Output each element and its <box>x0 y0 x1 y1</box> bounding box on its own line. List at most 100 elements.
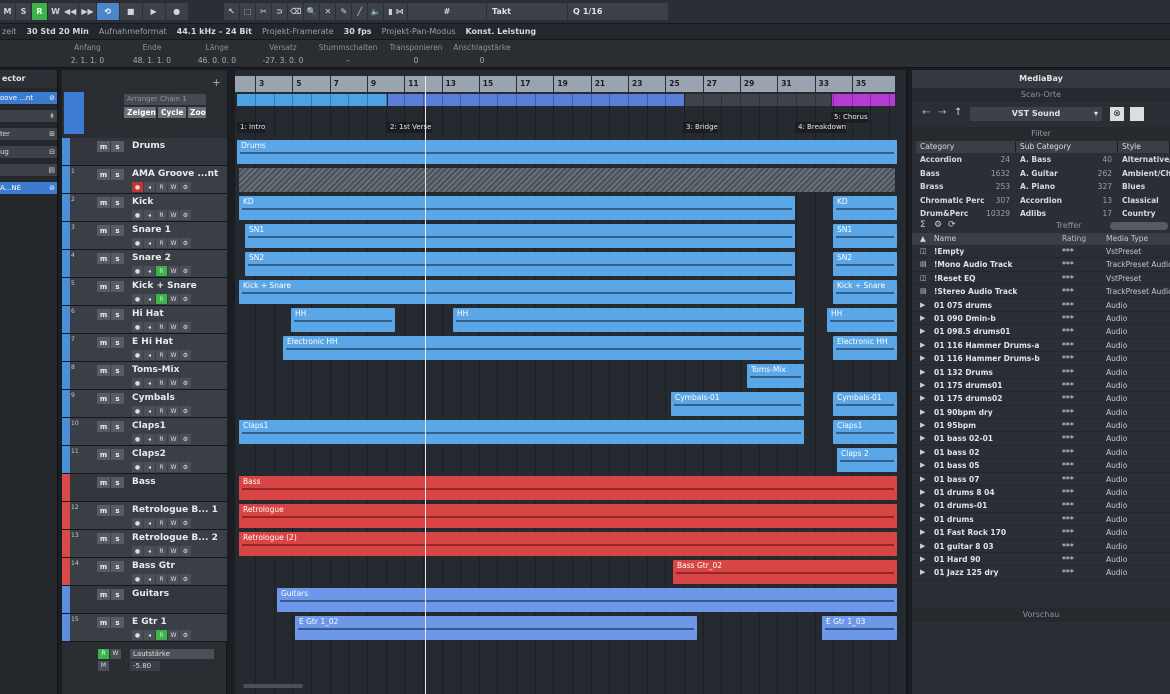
result-rating[interactable]: *** <box>1062 432 1074 445</box>
arranger-event-chorus[interactable] <box>832 94 895 106</box>
track-name[interactable]: AMA Groove ...nt <box>132 169 218 179</box>
solo-button[interactable]: s <box>111 449 124 460</box>
mute-button[interactable]: m <box>97 169 110 180</box>
mute-button[interactable]: m <box>97 225 110 236</box>
track-13[interactable]: 12 m s Retrologue B... 1 ● ◂ R W ⚙ <box>62 502 227 530</box>
refresh-icon[interactable]: ⟳ <box>948 220 956 230</box>
event-24[interactable]: Guitars <box>277 588 897 612</box>
monitor-icon[interactable]: ◂ <box>144 378 155 388</box>
solo-all-button[interactable]: S <box>16 3 31 20</box>
read-automation-button[interactable]: R <box>98 649 109 659</box>
result-row[interactable]: ▶ 01 bass 02 *** Audio <box>912 446 1170 460</box>
result-rating[interactable]: *** <box>1062 299 1074 312</box>
category-item[interactable]: Accordion 24 <box>916 153 1016 167</box>
filter-icon[interactable]: ⊞ <box>49 130 55 138</box>
edit-instrument-icon[interactable]: ⚙ <box>180 434 191 444</box>
track-name[interactable]: Claps1 <box>132 421 166 431</box>
style-item[interactable]: Alternative/I <box>1118 153 1170 167</box>
read-icon[interactable]: R <box>156 182 167 192</box>
result-row[interactable]: ▶ 01 Hard 90 *** Audio <box>912 553 1170 567</box>
monitor-icon[interactable]: ◂ <box>144 350 155 360</box>
track-color-strip[interactable] <box>62 446 70 473</box>
monitor-icon[interactable]: ◂ <box>144 238 155 248</box>
marker-0[interactable]: 1: Intro <box>237 122 266 133</box>
preset-icon[interactable]: ◫ <box>920 272 927 285</box>
result-rating[interactable]: *** <box>1062 339 1074 352</box>
mute-button[interactable]: m <box>97 617 110 628</box>
play-icon[interactable]: ▶ <box>920 379 925 392</box>
write-icon[interactable]: W <box>168 182 179 192</box>
track-color-strip[interactable] <box>62 334 70 361</box>
midi-part[interactable] <box>239 168 895 192</box>
read-icon[interactable]: R <box>156 546 167 556</box>
write-icon[interactable]: W <box>168 630 179 640</box>
result-rating[interactable]: *** <box>1062 513 1074 526</box>
play-icon[interactable]: ▶ <box>920 540 925 553</box>
result-row[interactable]: ▶ 01 95bpm *** Audio <box>912 419 1170 433</box>
sigma-icon[interactable]: Σ <box>920 220 926 230</box>
event-9[interactable]: HH <box>291 308 395 332</box>
result-rating[interactable]: *** <box>1062 566 1074 579</box>
track-name[interactable]: Cymbals <box>132 393 175 403</box>
result-rating[interactable]: *** <box>1062 419 1074 432</box>
monitor-icon[interactable]: ◂ <box>144 434 155 444</box>
mute-button[interactable]: m <box>97 421 110 432</box>
read-icon[interactable]: R <box>156 518 167 528</box>
track-name[interactable]: Snare 1 <box>132 225 171 235</box>
track-6[interactable]: 6 m s Hi Hat ● ◂ R W ⚙ <box>62 306 227 334</box>
event-2[interactable]: KD <box>833 196 897 220</box>
info-velocity[interactable]: Anschlagstärke 0 <box>452 43 512 65</box>
monitor-icon[interactable]: ◂ <box>144 322 155 332</box>
event-4[interactable]: SN1 <box>833 224 897 248</box>
play-icon[interactable]: ▶ <box>920 526 925 539</box>
track-color-strip[interactable] <box>62 166 70 193</box>
category-item[interactable]: Brass 253 <box>916 180 1016 194</box>
mute-button[interactable]: m <box>97 561 110 572</box>
monitor-icon[interactable]: ◂ <box>144 294 155 304</box>
result-rating[interactable]: *** <box>1062 499 1074 512</box>
back-icon[interactable]: ← <box>922 107 930 118</box>
mute-button[interactable]: m <box>97 197 110 208</box>
edit-instrument-icon[interactable]: ⚙ <box>180 546 191 556</box>
read-icon[interactable]: R <box>156 350 167 360</box>
mute-all-button[interactable]: M <box>0 3 15 20</box>
inspector-row-output[interactable]: A...NE ⊘ <box>0 182 57 194</box>
frame-rate-value[interactable]: 30 fps <box>344 27 372 36</box>
result-row[interactable]: ▶ 01 075 drums *** Audio <box>912 299 1170 312</box>
track-name[interactable]: Hi Hat <box>132 309 164 319</box>
solo-button[interactable]: s <box>111 393 124 404</box>
line-tool-icon[interactable]: ╱ <box>352 3 368 20</box>
inspector-row-5[interactable]: ▤ <box>0 164 57 176</box>
track-14[interactable]: 13 m s Retrologue B... 2 ● ◂ R W ⚙ <box>62 530 227 558</box>
track-color-strip[interactable] <box>62 138 70 165</box>
solo-button[interactable]: s <box>111 533 124 544</box>
write-icon[interactable]: W <box>168 210 179 220</box>
result-row[interactable]: ▶ 01 175 drums02 *** Audio <box>912 392 1170 406</box>
event-10[interactable]: HH <box>453 308 804 332</box>
result-row[interactable]: ▶ 01 bass 07 *** Audio <box>912 473 1170 487</box>
mute-button[interactable]: m <box>97 281 110 292</box>
play-icon[interactable]: ▶ <box>142 3 165 20</box>
write-icon[interactable]: W <box>168 350 179 360</box>
record-enable-icon[interactable]: ● <box>132 434 143 444</box>
output-edit-icon[interactable]: ⊘ <box>49 184 55 192</box>
category-item[interactable]: Bass 1632 <box>916 167 1016 181</box>
record-enable-icon[interactable]: ● <box>132 238 143 248</box>
track-name[interactable]: Retrologue B... 1 <box>132 505 218 515</box>
result-row[interactable]: ▶ 01 090 Dmin-b *** Audio <box>912 312 1170 326</box>
play-icon[interactable]: ▶ <box>920 566 925 579</box>
play-icon[interactable]: ▶ <box>920 299 925 312</box>
add-track-icon[interactable]: + <box>212 76 221 89</box>
track-2[interactable]: 2 m s Kick ● ◂ R W ⚙ <box>62 194 227 222</box>
track-name[interactable]: E Hi Hat <box>132 337 173 347</box>
record-enable-icon[interactable]: ● <box>132 210 143 220</box>
edit-icon[interactable]: ⊘ <box>49 94 55 102</box>
write-icon[interactable]: W <box>168 434 179 444</box>
event-21[interactable]: Retrologue <box>239 504 897 528</box>
result-rating[interactable]: *** <box>1062 406 1074 419</box>
edit-instrument-icon[interactable]: ⚙ <box>180 350 191 360</box>
result-row[interactable]: ▶ 01 Jazz 125 dry *** Audio <box>912 566 1170 580</box>
track-folder-0[interactable]: m s Drums <box>62 138 227 166</box>
write-icon[interactable]: W <box>168 322 179 332</box>
mute-button[interactable]: m <box>97 253 110 264</box>
